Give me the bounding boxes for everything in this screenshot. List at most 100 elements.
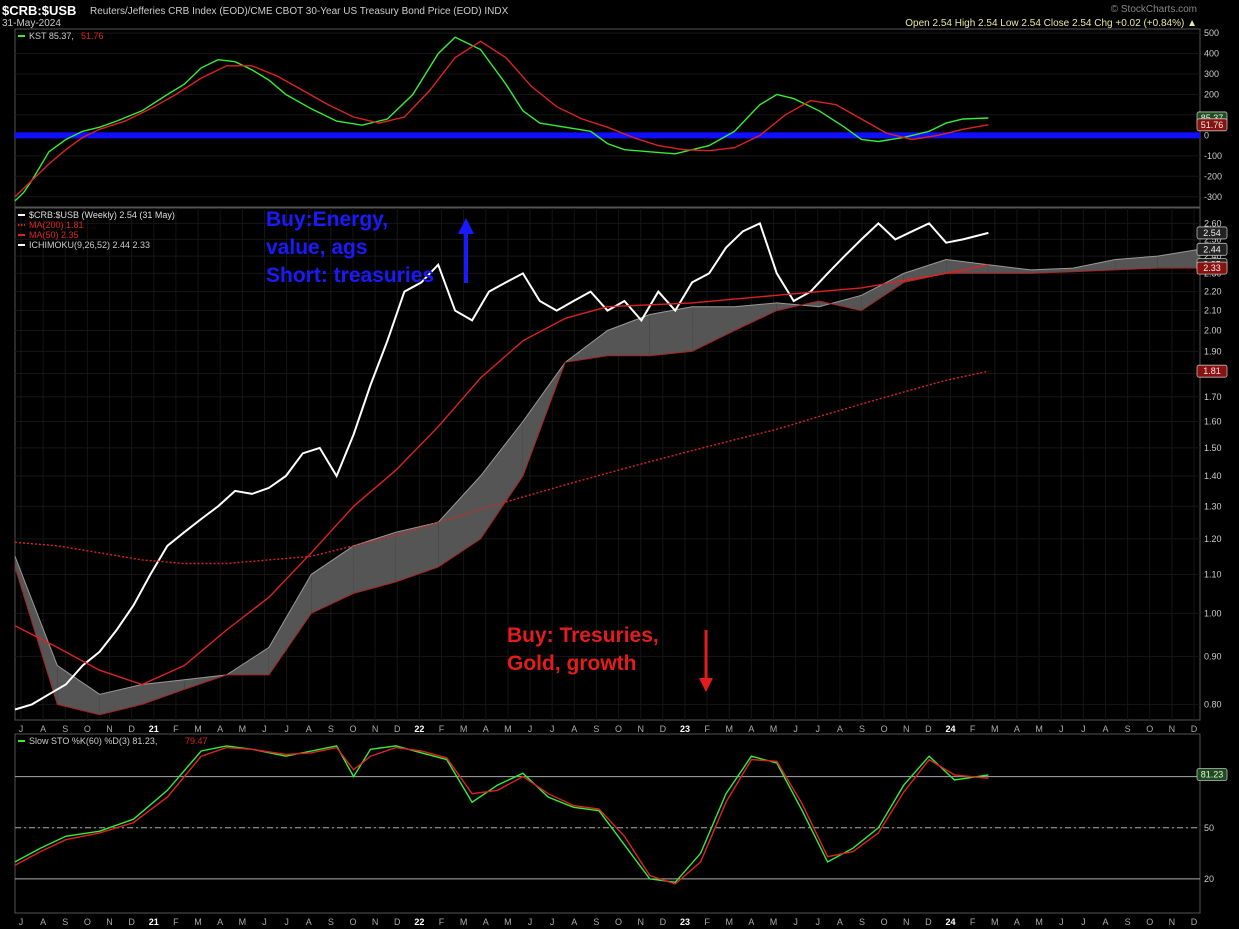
down-arrow-head — [699, 678, 713, 692]
y-tick-label: 0 — [1204, 130, 1209, 140]
y-tick-label: 1.10 — [1204, 569, 1222, 579]
month-tick-label: D — [1191, 917, 1198, 927]
annotation-buy-energy: Buy:Energy, value, ags Short: treasuries — [266, 206, 434, 290]
month-tick-label: M — [770, 724, 778, 734]
y-tick-label: 200 — [1204, 89, 1219, 99]
month-tick-label: F — [439, 917, 445, 927]
month-tick-label: S — [1125, 917, 1131, 927]
value-tag-label: 1.81 — [1203, 366, 1221, 376]
month-tick-label: J — [1081, 724, 1086, 734]
chart-canvas: J J A A S S O O N N D D 21 21 F F M M A A M M J J J J A A S S O O N N D D 22… — [14, 28, 1228, 927]
series-line-signal — [14, 40, 989, 198]
month-tick-label: D — [394, 724, 401, 734]
y-tick-label: 300 — [1204, 69, 1219, 79]
month-tick-label: N — [1169, 724, 1176, 734]
ichimoku-cloud-segment — [649, 306, 693, 356]
month-tick-label: N — [637, 724, 644, 734]
month-tick-label: D — [128, 917, 135, 927]
month-tick-label: F — [970, 724, 976, 734]
month-tick-label: O — [615, 724, 622, 734]
month-tick-label: N — [637, 917, 644, 927]
month-tick-label: D — [925, 724, 932, 734]
month-tick-label: A — [483, 917, 489, 927]
month-tick-label: O — [1146, 917, 1153, 927]
month-tick-label: F — [704, 917, 710, 927]
month-tick-label: F — [970, 917, 976, 927]
annotation-line: Buy: Tresuries, — [507, 624, 659, 647]
ohlc-readout: Open 2.54 High 2.54 Low 2.54 Close 2.54 … — [905, 18, 1197, 29]
month-tick-label: M — [194, 724, 202, 734]
month-tick-label: M — [504, 917, 512, 927]
month-tick-label: D — [660, 724, 667, 734]
y-tick-label: 1.60 — [1204, 417, 1222, 427]
y-tick-label: 20 — [1204, 874, 1214, 884]
month-tick-label: A — [217, 917, 223, 927]
month-tick-label: S — [62, 724, 68, 734]
month-tick-label: J — [284, 724, 289, 734]
y-tick-label: 1.90 — [1204, 346, 1222, 356]
month-tick-label: N — [106, 917, 113, 927]
month-tick-label: M — [991, 724, 999, 734]
month-tick-label: M — [725, 917, 733, 927]
y-tick-label: 400 — [1204, 49, 1219, 59]
month-tick-label: A — [217, 724, 223, 734]
month-tick-label: N — [106, 724, 113, 734]
y-tick-label: 500 — [1204, 28, 1219, 38]
y-tick-label: 1.00 — [1204, 608, 1222, 618]
y-tick-label: -300 — [1204, 192, 1222, 202]
month-tick-label: S — [328, 917, 334, 927]
month-tick-label: A — [40, 917, 46, 927]
y-tick-label: 1.50 — [1204, 443, 1222, 453]
legend-label: Slow STO %K(60) %D(3) 81.23, — [29, 736, 157, 746]
ichimoku-cloud-segment — [692, 306, 735, 352]
up-arrow-head — [458, 218, 474, 234]
month-tick-label: S — [328, 724, 334, 734]
symbol-title: $CRB:$USB — [2, 3, 77, 18]
month-tick-label: 23 — [680, 724, 690, 734]
annotation-line: Short: treasuries — [266, 264, 435, 287]
legend-label: KST 85.37, — [29, 31, 74, 41]
month-tick-label: M — [194, 917, 202, 927]
month-tick-label: J — [19, 917, 24, 927]
month-tick-label: M — [991, 917, 999, 927]
month-tick-label: A — [571, 724, 577, 734]
month-tick-label: S — [859, 724, 865, 734]
month-tick-label: A — [1102, 724, 1108, 734]
month-tick-label: J — [550, 917, 555, 927]
month-tick-label: O — [84, 724, 91, 734]
y-tick-label: 1.40 — [1204, 471, 1222, 481]
month-tick-label: 24 — [946, 917, 956, 927]
month-tick-label: 23 — [680, 917, 690, 927]
legend-label: MA(50) 2.35 — [29, 230, 79, 240]
month-tick-label: F — [704, 724, 710, 734]
month-tick-label: J — [528, 724, 533, 734]
month-tick-label: S — [859, 917, 865, 927]
month-tick-label: J — [793, 917, 798, 927]
month-tick-label: A — [306, 724, 312, 734]
value-tag-label: 81.23 — [1201, 770, 1224, 780]
ichimoku-cloud-segment — [734, 302, 777, 331]
month-tick-label: A — [1014, 917, 1020, 927]
month-tick-label: J — [262, 724, 267, 734]
month-tick-label: M — [460, 917, 468, 927]
month-tick-label: M — [460, 724, 468, 734]
y-tick-label: -100 — [1204, 151, 1222, 161]
y-tick-label: 1.20 — [1204, 534, 1222, 544]
month-tick-label: A — [748, 724, 754, 734]
month-tick-label: A — [837, 917, 843, 927]
month-tick-label: M — [504, 724, 512, 734]
month-tick-label: M — [1035, 724, 1043, 734]
y-tick-label: 1.30 — [1204, 501, 1222, 511]
panel-frame-0 — [14, 28, 1201, 208]
month-tick-label: S — [593, 724, 599, 734]
legend-label: $CRB:$USB (Weekly) 2.54 (31 May) — [29, 210, 175, 220]
y-tick-label: 0.90 — [1204, 651, 1222, 661]
series-line-k — [14, 745, 989, 884]
month-tick-label: A — [483, 724, 489, 734]
month-tick-label: J — [816, 917, 821, 927]
ichimoku-cloud-segment — [1157, 249, 1200, 269]
month-tick-label: O — [349, 724, 356, 734]
month-tick-label: J — [793, 724, 798, 734]
annotation-buy-treasuries: Buy: Tresuries, Gold, growth — [507, 622, 659, 678]
month-tick-label: J — [1059, 724, 1064, 734]
